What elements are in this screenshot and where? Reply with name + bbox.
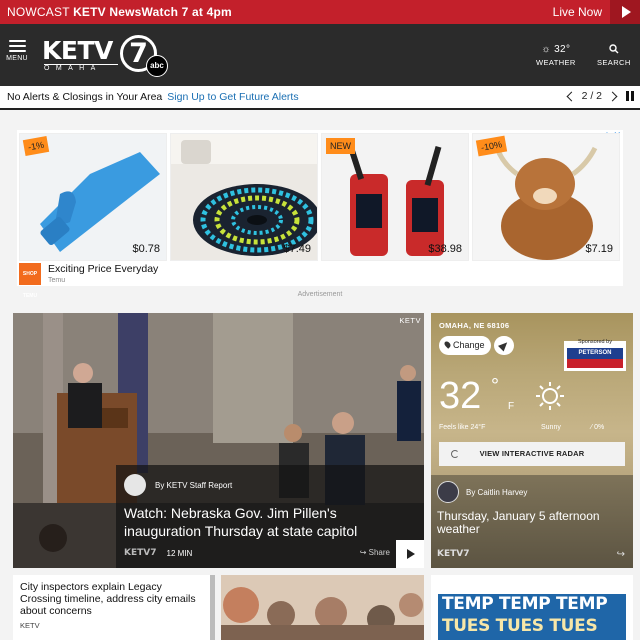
ketv-mini-logo: KETV7 (124, 548, 157, 558)
share-icon: ↪ (359, 548, 367, 557)
rug-image (171, 134, 317, 260)
share-label: Share (368, 548, 390, 557)
alerts-signup-link[interactable]: Sign Up to Get Future Alerts (167, 91, 298, 103)
ad-product-3[interactable]: NEW $38.98 (321, 133, 469, 261)
ad-product-2[interactable]: $7.49 (170, 133, 318, 261)
raindrop-icon: ⁄ (591, 424, 593, 431)
menu-label: MENU (6, 55, 28, 62)
ad-footer[interactable]: SHOP TEMU Exciting Price Everyday Temu (19, 263, 619, 299)
temu-logo: SHOP TEMU (19, 263, 41, 299)
hero-headline[interactable]: Watch: Nebraska Gov. Jim Pillen's inaugu… (124, 504, 414, 540)
crowd-photo (221, 575, 424, 640)
ad-slogan: Exciting Price Everyday (48, 263, 159, 275)
precip-chance: ⁄ 0% (591, 424, 604, 431)
story-card[interactable]: City inspectors explain Legacy Crossing … (13, 575, 215, 640)
degree-symbol: ° (491, 375, 499, 397)
weather-sponsor[interactable]: Sponsored by PETERSON (564, 339, 626, 371)
menu-button[interactable]: MENU (5, 40, 29, 62)
weather-location: OMAHA, NE 68106 (439, 321, 510, 330)
product-price: $0.78 (132, 243, 160, 255)
ad-brand: Temu (48, 277, 66, 284)
pager-count: 2 / 2 (581, 90, 602, 102)
ad-product-4[interactable]: -10% $7.19 (472, 133, 620, 261)
chevron-right-icon[interactable] (607, 91, 618, 101)
weather-card[interactable]: OMAHA, NE 68106 Change Sponsored by PETE… (431, 313, 633, 568)
sponsor-label: Sponsored by (578, 339, 612, 345)
hero-caption[interactable]: By KETV Staff Report Watch: Nebraska Gov… (116, 465, 424, 568)
story-card-temp-tues[interactable]: TEMP TEMP TEMP TUES TUES TUES (431, 575, 633, 640)
precip-value: 0% (594, 424, 605, 431)
radar-label: VIEW INTERACTIVE RADAR (479, 449, 585, 458)
temp-tues-graphic: TEMP TEMP TEMP TUES TUES TUES (438, 594, 626, 640)
nowcast-title: KETV NewsWatch 7 at 4pm (73, 5, 232, 19)
hero-meta: KETV7 12 MIN (124, 548, 192, 558)
weather-headline[interactable]: Thursday, January 5 afternoon weather (437, 510, 629, 536)
author-avatar (124, 474, 146, 496)
story-source: KETV (20, 621, 40, 630)
alerts-text: No Alerts & Closings in Your Area (7, 91, 163, 103)
ketv-logo[interactable]: KETV OMAHA 7 abc (42, 35, 172, 77)
hero-story[interactable]: KETV By KETV Staff Report Watch: Nebrask… (13, 313, 424, 568)
ad-product-1[interactable]: -1% $0.78 (19, 133, 167, 261)
location-arrow-icon (497, 339, 511, 352)
breaking-banner[interactable]: NOWCAST KETV NewsWatch 7 at 4pm Live Now (0, 0, 640, 24)
view-radar-button[interactable]: VIEW INTERACTIVE RADAR (439, 442, 625, 466)
search-icon (609, 44, 619, 54)
geolocate-button[interactable] (494, 336, 514, 355)
alerts-pager: 2 / 2 (566, 90, 634, 102)
nowcast-prefix: NOWCAST (7, 5, 70, 19)
weather-condition: Sunny (541, 424, 561, 431)
search-button[interactable]: SEARCH (597, 44, 631, 67)
video-play-button[interactable] (396, 540, 424, 568)
sunny-icon (536, 382, 564, 410)
feels-like: Feels like 24°F (439, 424, 486, 431)
nowcast-text[interactable]: NOWCAST KETV NewsWatch 7 at 4pm (0, 5, 232, 19)
temp-unit: F (508, 401, 515, 412)
product-price: $7.19 (585, 243, 613, 255)
sun-icon: ☼ (541, 44, 551, 55)
product-price: $38.98 (428, 243, 462, 255)
play-icon (407, 549, 415, 559)
author-avatar (437, 481, 459, 503)
abc-logo: abc (146, 55, 168, 77)
logo-city: OMAHA (44, 64, 118, 72)
site-header: MENU KETV OMAHA 7 abc ☼ 32° WEATHER SEAR… (0, 24, 640, 86)
alerts-bar: No Alerts & Closings in Your Area Sign U… (0, 86, 640, 110)
hero-author: By KETV Staff Report (124, 474, 232, 496)
product-price: $7.49 (283, 243, 311, 255)
ketv-mini-logo: KETV7 (437, 549, 470, 559)
current-temp: 32 (439, 375, 482, 417)
play-icon[interactable] (610, 0, 640, 24)
story-title[interactable]: City inspectors explain Legacy Crossing … (20, 581, 205, 617)
share-button[interactable]: ↪ Share (360, 548, 390, 557)
change-location-button[interactable]: Change (439, 336, 491, 355)
weather-author-name: By Caitlin Harvey (466, 487, 528, 497)
sponsor-logo: PETERSON (567, 348, 623, 368)
weather-button[interactable]: ☼ 32° WEATHER (536, 44, 576, 67)
live-now-button[interactable]: Live Now (553, 0, 640, 24)
live-now-label: Live Now (552, 5, 602, 19)
hamburger-icon (8, 40, 26, 52)
temu-ad[interactable]: ▷✕ -1% $0.78 $7.49 (17, 130, 623, 299)
art-row-2: TUES TUES TUES (442, 616, 598, 636)
art-row-1: TEMP TEMP TEMP (442, 594, 608, 614)
advertisement-label: Advertisement (297, 291, 343, 298)
hero-source-tag: KETV (399, 316, 421, 325)
video-duration: 12 MIN (166, 548, 193, 558)
new-badge: NEW (326, 138, 355, 154)
hero-author-name: By KETV Staff Report (155, 480, 233, 490)
pause-icon[interactable] (626, 91, 634, 101)
weather-author: By Caitlin Harvey (437, 481, 527, 503)
share-icon[interactable]: ↪ (617, 549, 625, 560)
weather-label: WEATHER (536, 58, 576, 67)
chevron-left-icon[interactable] (566, 91, 577, 101)
search-label: SEARCH (597, 58, 631, 67)
radar-icon (451, 450, 459, 458)
logo-letters: KETV (42, 36, 113, 65)
story-card-image[interactable] (221, 575, 424, 640)
header-temp: 32° (554, 44, 571, 55)
